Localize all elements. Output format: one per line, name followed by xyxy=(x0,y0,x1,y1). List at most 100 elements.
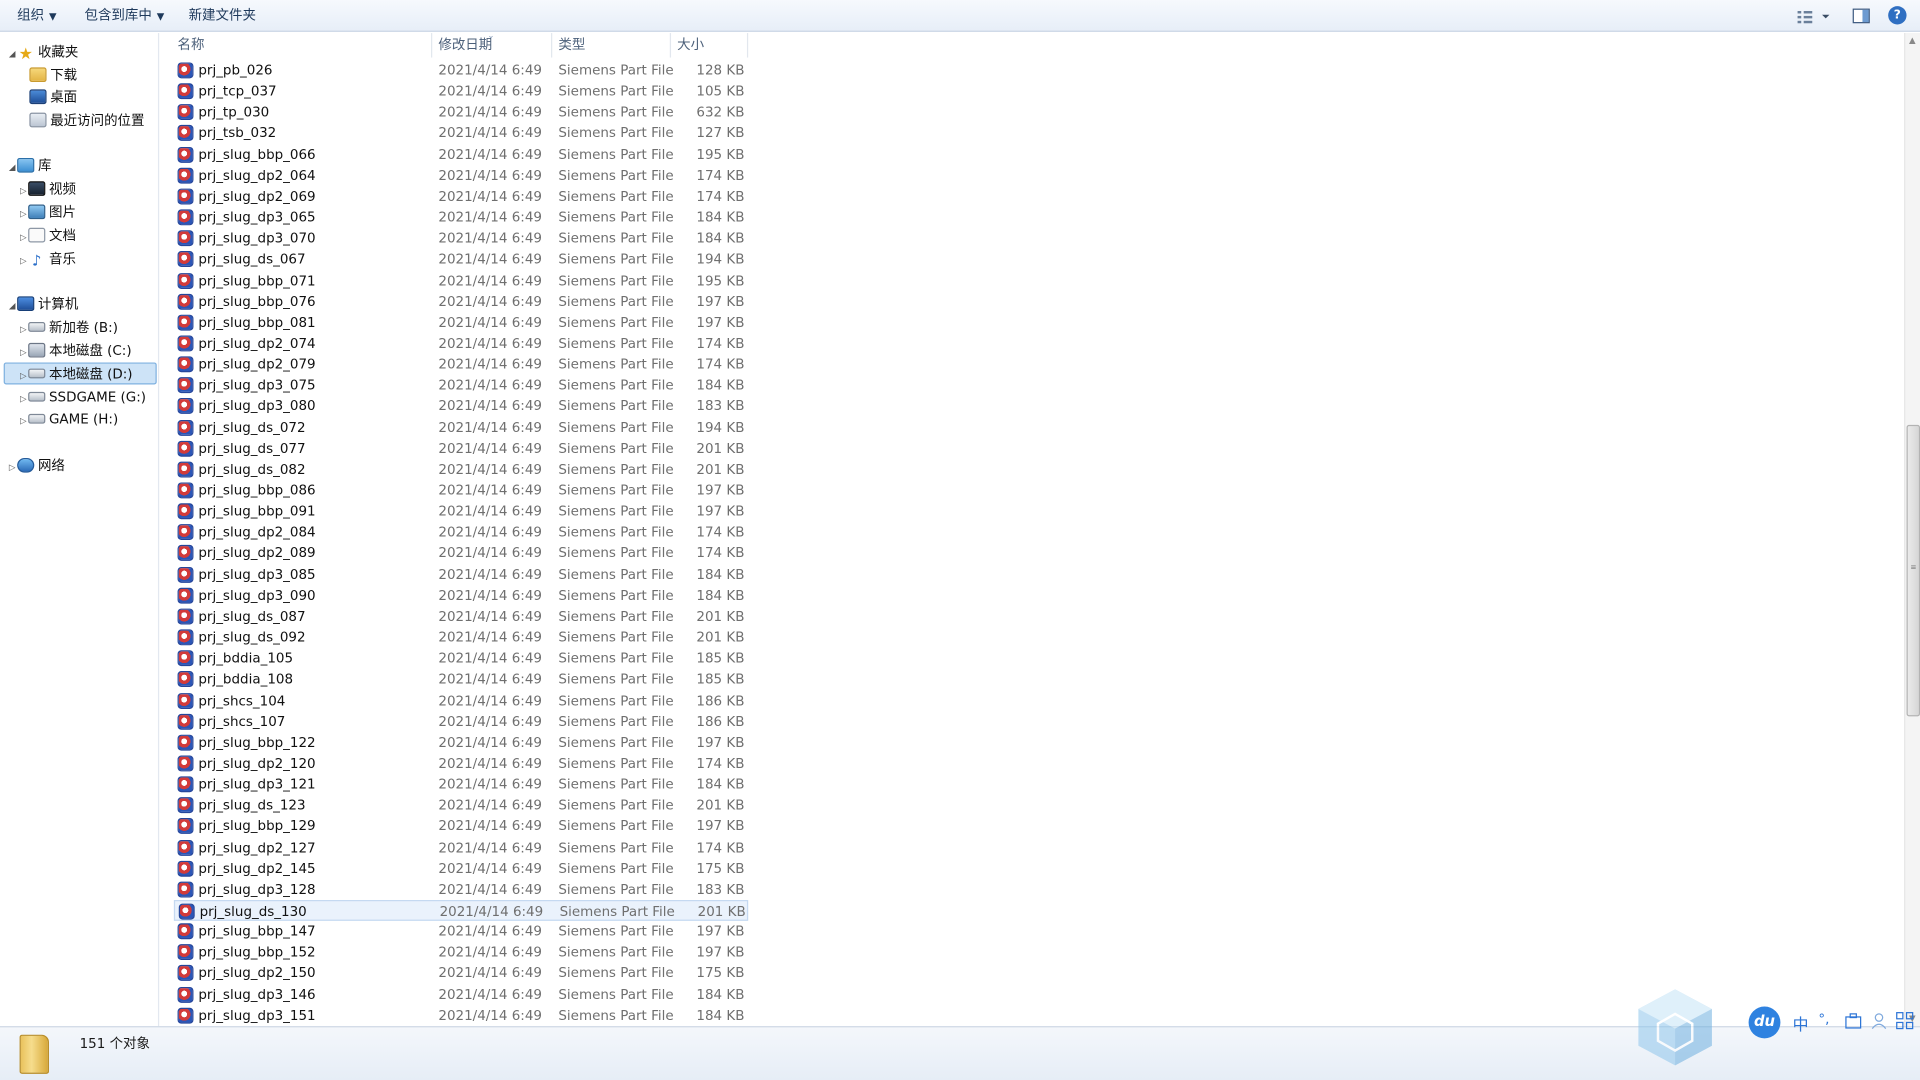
user-icon[interactable] xyxy=(1870,1011,1888,1029)
file-row[interactable]: prj_slug_bbp_066 2021/4/14 6:49 Siemens Pa… xyxy=(174,144,748,165)
nav-drive-b[interactable]: ▷ 新加卷 (B:) xyxy=(18,317,118,339)
collapse-arrow-icon[interactable]: ▷ xyxy=(18,410,28,432)
change-view-button[interactable] xyxy=(1795,5,1832,27)
column-header-type[interactable]: 类型 xyxy=(552,33,672,58)
nav-drive-c[interactable]: ▷ 本地磁盘 (C:) xyxy=(18,340,132,364)
file-row[interactable]: prj_slug_ds_087 2021/4/14 6:49 Siemens Par… xyxy=(174,606,748,627)
collapse-arrow-icon[interactable]: ▷ xyxy=(18,203,28,225)
column-header-name[interactable]: 名称 xyxy=(171,33,433,58)
nav-favorites[interactable]: ◢ ★ 收藏夹 xyxy=(7,42,78,64)
scroll-up-arrow-icon[interactable]: ▲ xyxy=(1909,36,1916,46)
file-row[interactable]: prj_tcp_037 2021/4/14 6:49 Siemens Part Fi… xyxy=(174,81,748,102)
file-row[interactable]: prj_slug_dp3_151 2021/4/14 6:49 Siemens Pa… xyxy=(174,1005,748,1026)
baidu-ime-logo[interactable]: du xyxy=(1748,1006,1781,1039)
file-size: 201 KB xyxy=(697,903,746,920)
help-button[interactable]: ? xyxy=(1888,6,1907,25)
file-row[interactable]: prj_slug_ds_072 2021/4/14 6:49 Siemens Par… xyxy=(174,417,748,438)
file-row[interactable]: prj_shcs_104 2021/4/14 6:49 Siemens Part F… xyxy=(174,690,748,711)
collapse-arrow-icon[interactable]: ▷ xyxy=(18,250,28,272)
collapse-arrow-icon[interactable]: ▷ xyxy=(18,318,28,340)
file-row[interactable]: prj_slug_bbp_122 2021/4/14 6:49 Siemens Pa… xyxy=(174,732,748,753)
file-row[interactable]: prj_slug_bbp_152 2021/4/14 6:49 Siemens Pa… xyxy=(174,942,748,963)
preview-pane-button[interactable] xyxy=(1851,5,1871,27)
file-row[interactable]: prj_slug_dp2_079 2021/4/14 6:49 Siemens Pa… xyxy=(174,354,748,375)
file-row[interactable]: prj_slug_dp3_085 2021/4/14 6:49 Siemens Pa… xyxy=(174,564,748,585)
file-row[interactable]: prj_slug_dp2_069 2021/4/14 6:49 Siemens Pa… xyxy=(174,186,748,207)
file-row[interactable]: prj_slug_ds_130 2021/4/14 6:49 Siemens Par… xyxy=(173,900,749,921)
file-row[interactable]: prj_tsb_032 2021/4/14 6:49 Siemens Part Fi… xyxy=(174,123,748,144)
grid-icon[interactable] xyxy=(1896,1011,1914,1030)
file-row[interactable]: prj_slug_bbp_071 2021/4/14 6:49 Siemens Pa… xyxy=(174,270,748,291)
nav-libraries[interactable]: ◢ 库 xyxy=(7,156,51,178)
file-row[interactable]: prj_tp_030 2021/4/14 6:49 Siemens Part Fil… xyxy=(174,102,748,123)
file-size: 197 KB xyxy=(696,503,745,520)
file-row[interactable]: prj_slug_ds_077 2021/4/14 6:49 Siemens Par… xyxy=(174,438,748,459)
file-row[interactable]: prj_slug_bbp_076 2021/4/14 6:49 Siemens Pa… xyxy=(174,291,748,312)
file-row[interactable]: prj_slug_dp2_084 2021/4/14 6:49 Siemens Pa… xyxy=(174,522,748,543)
file-row[interactable]: prj_slug_bbp_081 2021/4/14 6:49 Siemens Pa… xyxy=(174,312,748,333)
siemens-part-file-icon xyxy=(177,230,194,247)
file-row[interactable]: prj_pb_026 2021/4/14 6:49 Siemens Part Fil… xyxy=(174,60,748,81)
nav-desktop[interactable]: 桌面 xyxy=(29,87,77,109)
column-header-size[interactable]: 大小 xyxy=(671,33,749,58)
nav-videos[interactable]: ▷ 视频 xyxy=(18,179,76,201)
file-row[interactable]: prj_slug_ds_123 2021/4/14 6:49 Siemens Par… xyxy=(174,795,748,816)
nav-downloads[interactable]: 下载 xyxy=(29,65,77,87)
file-row[interactable]: prj_slug_dp3_070 2021/4/14 6:49 Siemens Pa… xyxy=(174,228,748,249)
collapse-arrow-icon[interactable]: ▷ xyxy=(18,388,28,410)
ime-punctuation-toggle[interactable]: °, xyxy=(1818,1011,1829,1027)
file-row[interactable]: prj_slug_dp2_127 2021/4/14 6:49 Siemens Pa… xyxy=(174,837,748,858)
file-date: 2021/4/14 6:49 xyxy=(438,566,542,583)
file-row[interactable]: prj_shcs_107 2021/4/14 6:49 Siemens Part F… xyxy=(174,711,748,732)
file-row[interactable]: prj_slug_dp3_128 2021/4/14 6:49 Siemens Pa… xyxy=(174,879,748,900)
file-row[interactable]: prj_slug_dp3_090 2021/4/14 6:49 Siemens Pa… xyxy=(174,585,748,606)
file-row[interactable]: prj_slug_bbp_129 2021/4/14 6:49 Siemens Pa… xyxy=(174,816,748,837)
nav-pictures[interactable]: ▷ 图片 xyxy=(18,202,76,224)
file-row[interactable]: prj_slug_bbp_091 2021/4/14 6:49 Siemens Pa… xyxy=(174,501,748,522)
vertical-scrollbar[interactable]: ▲ ≡ ▼ xyxy=(1904,33,1920,1027)
nav-network[interactable]: ▷ 网络 xyxy=(7,456,65,478)
organize-button[interactable]: 组织 ▼ xyxy=(12,5,61,27)
file-size: 197 KB xyxy=(696,482,745,499)
siemens-part-file-icon xyxy=(177,356,194,373)
file-row[interactable]: prj_slug_dp2_074 2021/4/14 6:49 Siemens Pa… xyxy=(174,333,748,354)
file-row[interactable]: prj_slug_dp3_146 2021/4/14 6:49 Siemens Pa… xyxy=(174,984,748,1005)
nav-label: 网络 xyxy=(37,457,65,474)
file-row[interactable]: prj_slug_dp3_080 2021/4/14 6:49 Siemens Pa… xyxy=(174,396,748,417)
file-row[interactable]: prj_slug_ds_092 2021/4/14 6:49 Siemens Par… xyxy=(174,627,748,648)
collapse-arrow-icon[interactable]: ▷ xyxy=(18,180,28,202)
file-row[interactable]: prj_slug_dp2_145 2021/4/14 6:49 Siemens Pa… xyxy=(174,858,748,879)
file-row[interactable]: prj_slug_dp2_089 2021/4/14 6:49 Siemens Pa… xyxy=(174,543,748,564)
nav-drive-h[interactable]: ▷ GAME (H:) xyxy=(18,409,118,431)
nav-recent[interactable]: 最近访问的位置 xyxy=(29,110,144,132)
nav-documents[interactable]: ▷ 文档 xyxy=(18,225,76,247)
file-row[interactable]: prj_slug_dp2_150 2021/4/14 6:49 Siemens Pa… xyxy=(174,963,748,984)
new-folder-button[interactable]: 新建文件夹 xyxy=(184,5,261,27)
collapse-arrow-icon[interactable]: ▷ xyxy=(7,457,17,479)
file-row[interactable]: prj_bddia_108 2021/4/14 6:49 Siemens Part … xyxy=(174,669,748,690)
file-row[interactable]: prj_slug_ds_082 2021/4/14 6:49 Siemens Par… xyxy=(174,459,748,480)
nav-music[interactable]: ▷ ♪ 音乐 xyxy=(18,249,76,271)
file-row[interactable]: prj_slug_dp2_120 2021/4/14 6:49 Siemens Pa… xyxy=(174,753,748,774)
file-row[interactable]: prj_slug_dp3_121 2021/4/14 6:49 Siemens Pa… xyxy=(174,774,748,795)
collapse-arrow-icon[interactable]: ▷ xyxy=(18,227,28,249)
collapse-arrow-icon[interactable]: ▷ xyxy=(18,342,28,364)
file-row[interactable]: prj_slug_bbp_086 2021/4/14 6:49 Siemens Pa… xyxy=(174,480,748,501)
expand-arrow-icon[interactable]: ◢ xyxy=(7,43,17,65)
file-row[interactable]: prj_slug_dp3_075 2021/4/14 6:49 Siemens Pa… xyxy=(174,375,748,396)
nav-computer[interactable]: ◢ 计算机 xyxy=(7,294,78,316)
ime-language-toggle[interactable]: 中 xyxy=(1793,1011,1809,1034)
expand-arrow-icon[interactable]: ◢ xyxy=(7,295,17,317)
nav-drive-d[interactable]: ▷ 本地磁盘 (D:) xyxy=(3,362,157,387)
collapse-arrow-icon[interactable]: ▷ xyxy=(18,365,28,387)
file-row[interactable]: prj_slug_dp3_065 2021/4/14 6:49 Siemens Pa… xyxy=(174,207,748,228)
include-library-button[interactable]: 包含到库中 ▼ xyxy=(80,5,170,27)
nav-drive-g[interactable]: ▷ SSDGAME (G:) xyxy=(18,387,146,409)
scrollbar-thumb[interactable]: ≡ xyxy=(1906,424,1920,717)
file-row[interactable]: prj_slug_ds_067 2021/4/14 6:49 Siemens Par… xyxy=(174,249,748,270)
expand-arrow-icon[interactable]: ◢ xyxy=(7,157,17,179)
toolbox-icon[interactable] xyxy=(1844,1011,1862,1029)
file-row[interactable]: prj_bddia_105 2021/4/14 6:49 Siemens Part … xyxy=(174,648,748,669)
file-row[interactable]: prj_slug_dp2_064 2021/4/14 6:49 Siemens Pa… xyxy=(174,165,748,186)
file-row[interactable]: prj_slug_bbp_147 2021/4/14 6:49 Siemens Pa… xyxy=(174,921,748,942)
